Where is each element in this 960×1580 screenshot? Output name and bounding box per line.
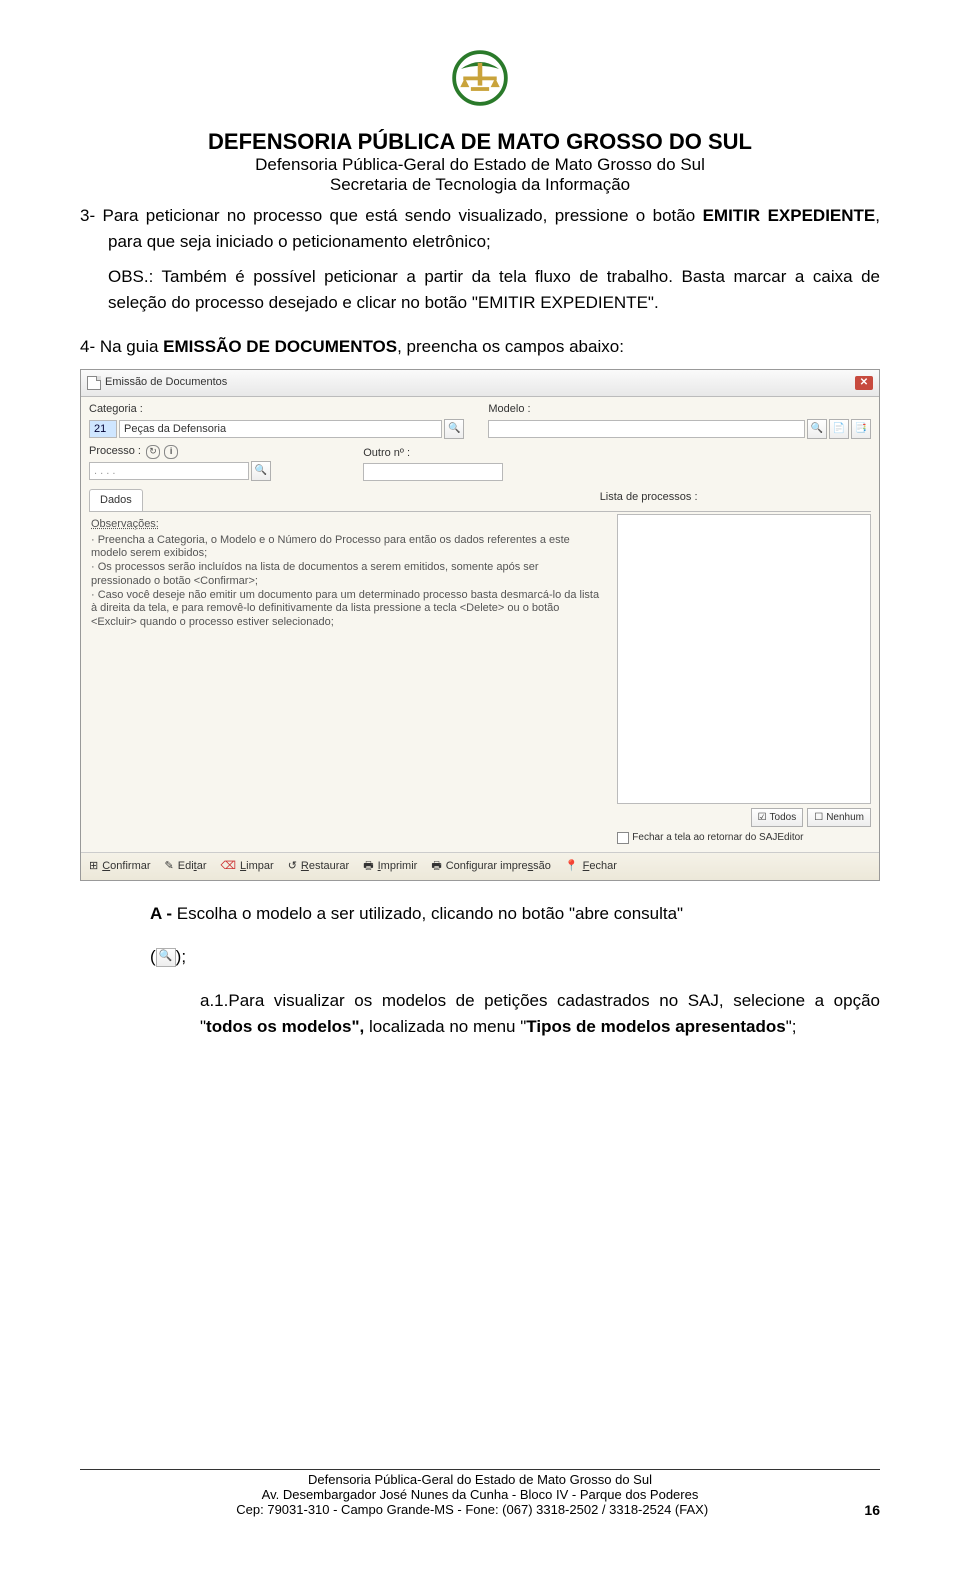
sub-item-a1: a.1.Para visualizar os modelos de petiçõ… <box>150 988 880 1041</box>
checkbox-icon <box>617 832 629 844</box>
toolbar-editar[interactable]: ✎Editar <box>165 858 207 875</box>
footer-line-1: Defensoria Pública-Geral do Estado de Ma… <box>80 1472 880 1487</box>
obs-line-1: · Preencha a Categoria, o Modelo e o Núm… <box>91 534 599 562</box>
modelo-search-icon[interactable]: 🔍 <box>807 419 827 439</box>
label-processo: Processo : <box>89 445 141 457</box>
step-3-obs: OBS.: Também é possível peticionar a par… <box>80 264 880 317</box>
magnifier-icon: 🔍 <box>156 948 176 967</box>
window-title: Emissão de Documentos <box>105 374 227 391</box>
edit-icon: ✎ <box>165 858 174 875</box>
restore-icon: ↺ <box>288 858 297 875</box>
refresh-icon[interactable]: ↻ <box>146 445 160 459</box>
modelo-input[interactable] <box>488 420 805 438</box>
toolbar-confirmar[interactable]: ⊞Confirmar <box>89 858 151 875</box>
header-sub2: Secretaria de Tecnologia da Informação <box>80 175 880 195</box>
label-lista-processos: Lista de processos : <box>600 491 698 503</box>
modelo-extra2-icon[interactable]: 📑 <box>851 419 871 439</box>
toolbar-fechar[interactable]: 📍Fechar <box>565 858 617 875</box>
step-4-text: 4- Na guia EMISSÃO DE DOCUMENTOS, preenc… <box>80 334 880 360</box>
obs-line-3: · Caso você deseje não emitir um documen… <box>91 589 599 630</box>
processo-search-icon[interactable]: 🔍 <box>251 461 271 481</box>
check-icon: ☑ <box>758 810 767 826</box>
print-icon: 🖶 <box>363 858 373 875</box>
label-categoria: Categoria : <box>89 401 464 418</box>
obs-title: Observações: <box>91 518 599 532</box>
btn-nenhum[interactable]: ☐Nenhum <box>807 808 871 828</box>
document-icon <box>87 376 101 390</box>
sub-item-A: A - Escolha o modelo a ser utilizado, cl… <box>150 901 880 927</box>
toolbar-restaurar[interactable]: ↺Restaurar <box>288 858 350 875</box>
org-logo <box>80 40 880 121</box>
confirm-icon: ⊞ <box>89 858 98 875</box>
page-number: 16 <box>864 1502 880 1518</box>
print-config-icon: 🖶 <box>431 858 441 875</box>
step-3-text: 3- Para peticionar no processo que está … <box>80 203 880 256</box>
toolbar-limpar[interactable]: ⌫Limpar <box>220 858 273 875</box>
obs-line-2: · Os processos serão incluídos na lista … <box>91 561 599 589</box>
categoria-search-icon[interactable]: 🔍 <box>444 419 464 439</box>
lista-processos-listbox[interactable] <box>617 514 871 804</box>
label-outro: Outro nº : <box>363 445 535 462</box>
outro-input[interactable] <box>363 463 503 481</box>
modelo-extra1-icon[interactable]: 📄 <box>829 419 849 439</box>
sub-item-A-paren: (🔍); <box>150 944 880 970</box>
uncheck-icon: ☐ <box>814 810 823 826</box>
label-modelo: Modelo : <box>488 401 871 418</box>
window-titlebar: Emissão de Documentos ✕ <box>81 370 879 397</box>
processo-input[interactable]: . . . . <box>89 462 249 480</box>
clear-icon: ⌫ <box>220 858 236 875</box>
page-footer: Defensoria Pública-Geral do Estado de Ma… <box>80 1469 880 1518</box>
footer-line-3: Cep: 79031-310 - Campo Grande-MS - Fone:… <box>236 1502 708 1517</box>
categoria-code-input[interactable]: 21 <box>89 420 117 438</box>
toolbar-imprimir[interactable]: 🖶Imprimir <box>363 858 417 875</box>
check-fechar-retorno[interactable]: Fechar a tela ao retornar do SAJEditor <box>617 827 871 846</box>
pin-close-icon: 📍 <box>565 858 579 875</box>
btn-todos[interactable]: ☑Todos <box>751 808 804 828</box>
footer-line-2: Av. Desembargador José Nunes da Cunha - … <box>80 1487 880 1502</box>
categoria-name-input[interactable]: Peças da Defensoria <box>119 420 442 438</box>
app-screenshot: Emissão de Documentos ✕ Categoria : 21 P… <box>80 369 880 881</box>
observacoes-panel: Observações: · Preencha a Categoria, o M… <box>89 512 605 852</box>
toolbar-config-impressao[interactable]: 🖶Configurar impressão <box>431 858 551 875</box>
tab-dados[interactable]: Dados <box>89 489 143 511</box>
header-title: DEFENSORIA PÚBLICA DE MATO GROSSO DO SUL <box>80 129 880 155</box>
info-icon[interactable]: i <box>164 445 178 459</box>
header-sub1: Defensoria Pública-Geral do Estado de Ma… <box>80 155 880 175</box>
close-icon[interactable]: ✕ <box>855 376 873 390</box>
